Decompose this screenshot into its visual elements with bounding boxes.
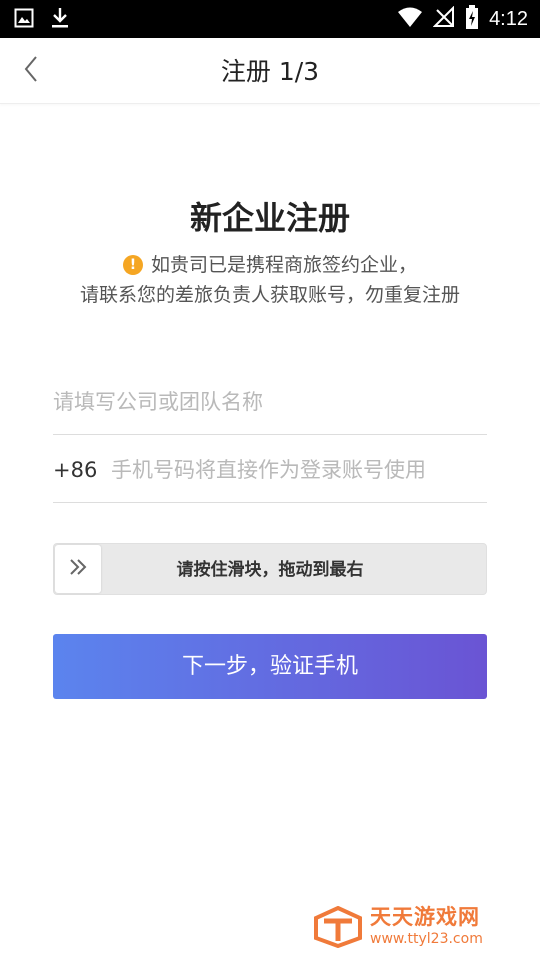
download-icon bbox=[50, 7, 70, 33]
battery-charging-icon bbox=[465, 5, 479, 33]
headline: 新企业注册 bbox=[189, 199, 350, 237]
notice-line2: 请联系您的差旅负责人获取账号，勿重复注册 bbox=[79, 284, 460, 306]
nav-bar: 注册 1/3 bbox=[0, 38, 540, 104]
no-signal-icon bbox=[432, 5, 455, 32]
watermark-url: www.ttyl23.com bbox=[370, 931, 483, 947]
wifi-icon bbox=[397, 6, 423, 32]
notice-line1: 如贵司已是携程商旅签约企业， bbox=[150, 254, 417, 276]
status-bar: 4:12 bbox=[0, 0, 540, 38]
country-code[interactable]: +86 bbox=[53, 458, 111, 482]
page-title: 注册 1/3 bbox=[220, 57, 320, 86]
notice: ! 如贵司已是携程商旅签约企业， 请联系您的差旅负责人获取账号，勿重复注册 bbox=[0, 250, 540, 310]
status-bar-left bbox=[14, 7, 70, 33]
watermark: 天天游戏网 www.ttyl23.com bbox=[314, 904, 514, 950]
watermark-name: 天天游戏网 bbox=[370, 905, 480, 929]
slider-handle[interactable] bbox=[55, 545, 101, 593]
status-time: 4:12 bbox=[489, 8, 528, 30]
watermark-logo-icon bbox=[314, 905, 362, 949]
phone-field: +86 bbox=[53, 437, 487, 503]
warning-icon: ! bbox=[122, 255, 143, 275]
double-chevron-right-icon bbox=[68, 557, 88, 581]
notice-line1-row: ! 如贵司已是携程商旅签约企业， bbox=[0, 250, 540, 280]
company-field bbox=[53, 369, 487, 435]
phone-input[interactable] bbox=[111, 437, 487, 502]
slider-captcha[interactable]: 请按住滑块，拖动到最右 bbox=[53, 543, 487, 595]
next-verify-phone-button[interactable]: 下一步，验证手机 bbox=[53, 634, 487, 699]
image-icon bbox=[14, 8, 34, 32]
company-name-input[interactable] bbox=[53, 369, 487, 434]
status-bar-right: 4:12 bbox=[397, 5, 528, 33]
slider-label: 请按住滑块，拖动到最右 bbox=[176, 560, 364, 580]
